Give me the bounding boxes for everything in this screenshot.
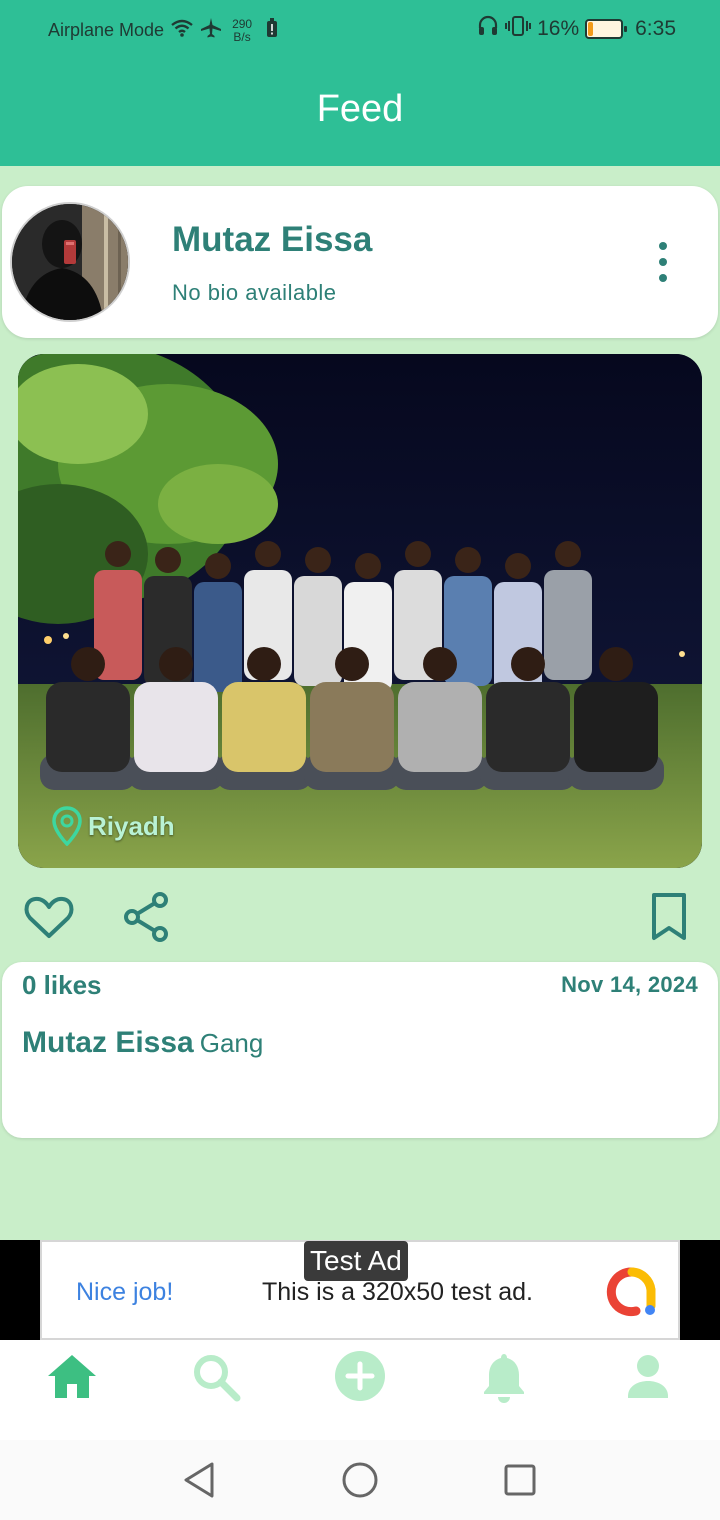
admob-logo-icon	[606, 1266, 658, 1318]
vibrate-icon	[505, 15, 532, 43]
home-circle-icon	[338, 1462, 382, 1506]
system-recents-button[interactable]	[498, 1458, 542, 1502]
add-circle-icon	[332, 1351, 388, 1410]
network-speed: 290 B/s	[232, 16, 253, 44]
caption-author[interactable]: Mutaz Eissa	[22, 1026, 194, 1059]
author-bio: No bio available	[172, 280, 337, 305]
bell-icon	[476, 1354, 532, 1410]
system-navigation-bar	[0, 1440, 720, 1520]
more-options-icon[interactable]	[648, 242, 678, 282]
headset-icon	[477, 15, 499, 43]
nav-notifications[interactable]	[476, 1350, 532, 1406]
back-triangle-icon	[178, 1462, 222, 1506]
ad-cta[interactable]: Nice job!	[76, 1278, 173, 1307]
avatar[interactable]	[10, 202, 130, 322]
airplane-icon	[200, 17, 222, 44]
page-title: Feed	[316, 88, 404, 130]
system-home-button[interactable]	[338, 1458, 382, 1502]
likes-count[interactable]: 0 likes	[22, 970, 102, 1001]
post-caption: Mutaz Eissa Gang	[22, 1026, 263, 1060]
recents-square-icon	[498, 1464, 542, 1506]
status-bar: Airplane Mode 290 B/s 16% 6:35	[0, 0, 720, 56]
battery-percent: 16%	[537, 17, 580, 40]
wifi-icon	[170, 18, 194, 43]
clock: 6:35	[635, 17, 676, 40]
post-details-card: 0 likes Nov 14, 2024 Mutaz Eissa Gang	[2, 962, 718, 1138]
battery-icon	[585, 19, 628, 39]
location-tag[interactable]: Riyadh	[52, 806, 175, 846]
search-icon	[188, 1355, 244, 1410]
share-button[interactable]	[120, 890, 174, 944]
post-author-card[interactable]: Mutaz Eissa No bio available	[2, 186, 718, 338]
caption-text: Gang	[199, 1028, 264, 1058]
location-pin-icon	[52, 806, 82, 846]
top-bar: Airplane Mode 290 B/s 16% 6:35 Feed	[0, 0, 720, 166]
post-date: Nov 14, 2024	[561, 972, 698, 997]
ad-text: This is a 320x50 test ad.	[262, 1278, 533, 1306]
nav-home[interactable]	[44, 1350, 100, 1406]
bookmark-icon	[644, 893, 698, 948]
home-icon	[44, 1355, 100, 1410]
share-icon	[120, 892, 174, 948]
author-name[interactable]: Mutaz Eissa	[172, 220, 372, 260]
battery-level	[588, 22, 594, 36]
like-button[interactable]	[22, 890, 76, 944]
status-right: 16% 6:35	[477, 15, 676, 43]
speed-value: 290	[232, 16, 253, 31]
bottom-navigation	[0, 1340, 720, 1440]
airplane-mode-label: Airplane Mode	[48, 20, 165, 40]
system-back-button[interactable]	[178, 1458, 222, 1502]
test-ad-badge: Test Ad	[304, 1241, 408, 1281]
heart-icon	[22, 896, 76, 948]
post-image[interactable]: Riyadh	[18, 354, 702, 868]
nav-profile[interactable]	[620, 1350, 676, 1406]
person-icon	[620, 1355, 676, 1410]
nav-add-post[interactable]	[332, 1350, 388, 1406]
bookmark-button[interactable]	[644, 890, 698, 944]
status-left: Airplane Mode 290 B/s	[48, 17, 278, 44]
speed-unit: B/s	[233, 29, 251, 44]
battery-alert-icon	[266, 18, 278, 43]
nav-search[interactable]	[188, 1350, 244, 1406]
location-label: Riyadh	[88, 810, 175, 841]
